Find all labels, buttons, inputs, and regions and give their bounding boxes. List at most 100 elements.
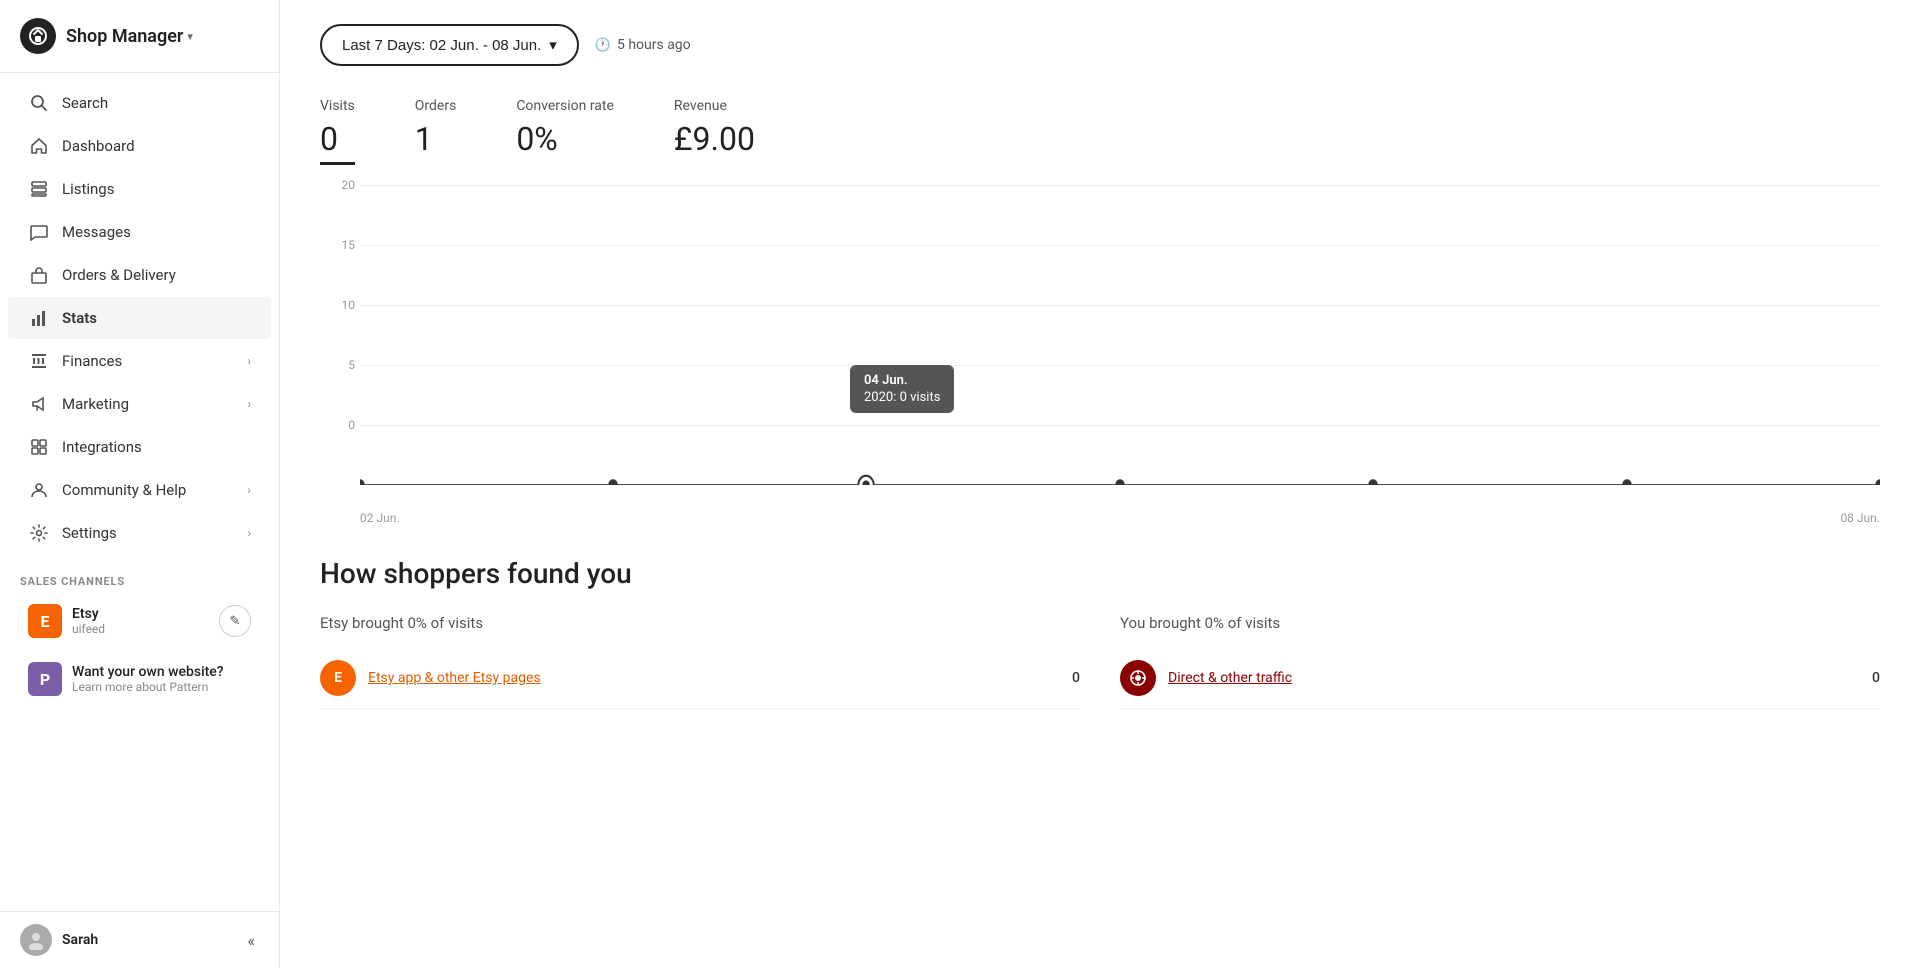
sidebar-label-dashboard: Dashboard (62, 137, 135, 155)
sidebar-label-search: Search (62, 94, 108, 112)
date-range-label: Last 7 Days: 02 Jun. - 08 Jun. (342, 37, 541, 54)
etsy-found-column: Etsy brought 0% of visits E Etsy app & o… (320, 614, 1080, 709)
sidebar-item-orders[interactable]: Orders & Delivery (8, 254, 271, 296)
direct-found-icon (1120, 660, 1156, 696)
sidebar-label-orders: Orders & Delivery (62, 266, 176, 284)
y-label-15: 15 (320, 238, 355, 252)
y-label-10: 10 (320, 298, 355, 312)
nav-list: Search Dashboard Listings (0, 73, 279, 563)
sidebar-label-messages: Messages (62, 223, 131, 241)
shop-icon (20, 18, 56, 54)
sidebar-label-settings: Settings (62, 524, 117, 542)
y-label-5: 5 (320, 358, 355, 372)
orders-label: Orders (415, 98, 457, 114)
settings-chevron-icon: › (247, 526, 251, 540)
etsy-info: Etsy uifeed (72, 606, 219, 636)
etsy-channel[interactable]: E Etsy uifeed ✎ (8, 594, 271, 648)
user-area[interactable]: Sarah (20, 924, 98, 956)
found-row-etsy: E Etsy app & other Etsy pages 0 (320, 648, 1080, 709)
x-label-02jun: 02 Jun. (360, 511, 400, 525)
stat-orders[interactable]: Orders 1 (415, 98, 457, 165)
sidebar-item-community[interactable]: Community & Help › (8, 469, 271, 511)
sidebar-item-messages[interactable]: Messages (8, 211, 271, 253)
sidebar-item-marketing[interactable]: Marketing › (8, 383, 271, 425)
visits-label: Visits (320, 98, 355, 114)
finances-chevron-icon: › (247, 354, 251, 368)
home-icon (28, 135, 50, 157)
message-icon (28, 221, 50, 243)
sidebar-label-marketing: Marketing (62, 395, 129, 413)
sidebar-label-listings: Listings (62, 180, 114, 198)
conversion-value: 0% (516, 120, 614, 158)
orders-value: 1 (415, 120, 457, 158)
shop-title: Shop Manager (66, 26, 183, 47)
conversion-label: Conversion rate (516, 98, 614, 114)
people-icon (28, 479, 50, 501)
how-found-title: How shoppers found you (320, 557, 1880, 590)
stat-revenue[interactable]: Revenue £9.00 (674, 98, 755, 165)
chart-svg (360, 185, 1880, 485)
pattern-badge: P (28, 662, 62, 696)
you-found-column: You brought 0% of visits Direct & other … (1120, 614, 1880, 709)
top-bar: Last 7 Days: 02 Jun. - 08 Jun. ▾ 🕐 5 hou… (320, 24, 1880, 66)
you-found-header: You brought 0% of visits (1120, 614, 1880, 632)
found-grid: Etsy brought 0% of visits E Etsy app & o… (320, 614, 1880, 709)
sidebar-item-search[interactable]: Search (8, 82, 271, 124)
visits-value: 0 (320, 120, 355, 165)
etsy-edit-button[interactable]: ✎ (219, 605, 251, 637)
date-chevron-icon: ▾ (549, 36, 557, 54)
sidebar-item-listings[interactable]: Listings (8, 168, 271, 210)
main-content: Last 7 Days: 02 Jun. - 08 Jun. ▾ 🕐 5 hou… (280, 0, 1920, 968)
search-icon (28, 92, 50, 114)
time-ago-label: 5 hours ago (617, 37, 691, 53)
y-label-0: 0 (320, 418, 355, 432)
sidebar-item-dashboard[interactable]: Dashboard (8, 125, 271, 167)
user-name: Sarah (62, 932, 98, 948)
etsy-sub: uifeed (72, 622, 219, 636)
revenue-value: £9.00 (674, 120, 755, 158)
pattern-channel[interactable]: P Want your own website? Learn more abou… (8, 652, 271, 706)
etsy-found-icon: E (320, 660, 356, 696)
user-avatar (20, 924, 52, 956)
stat-visits[interactable]: Visits 0 (320, 98, 355, 165)
box-icon (28, 264, 50, 286)
direct-found-count: 0 (1872, 670, 1880, 686)
etsy-found-label[interactable]: Etsy app & other Etsy pages (368, 670, 1060, 686)
gear-icon (28, 522, 50, 544)
etsy-badge: E (28, 604, 62, 638)
megaphone-icon (28, 393, 50, 415)
tag-icon (28, 178, 50, 200)
sidebar-footer: Sarah « (0, 911, 279, 968)
date-range-selector[interactable]: Last 7 Days: 02 Jun. - 08 Jun. ▾ (320, 24, 579, 66)
sidebar: Shop Manager ▾ Search Dashboard (0, 0, 280, 968)
sales-channels-label: SALES CHANNELS (0, 563, 279, 592)
sidebar-label-community: Community & Help (62, 481, 186, 499)
marketing-chevron-icon: › (247, 397, 251, 411)
chart-area: 20 15 10 5 0 (320, 185, 1880, 525)
collapse-sidebar-button[interactable]: « (243, 927, 259, 954)
chart-icon (28, 307, 50, 329)
etsy-found-count: 0 (1072, 670, 1080, 686)
found-row-direct: Direct & other traffic 0 (1120, 648, 1880, 709)
shop-manager-header[interactable]: Shop Manager ▾ (0, 0, 279, 73)
y-label-20: 20 (320, 178, 355, 192)
direct-found-label[interactable]: Direct & other traffic (1168, 670, 1860, 686)
bank-icon (28, 350, 50, 372)
sidebar-item-finances[interactable]: Finances › (8, 340, 271, 382)
stat-conversion[interactable]: Conversion rate 0% (516, 98, 614, 165)
revenue-label: Revenue (674, 98, 755, 114)
time-badge: 🕐 5 hours ago (595, 37, 691, 53)
pattern-name: Want your own website? (72, 664, 251, 680)
grid-icon (28, 436, 50, 458)
clock-icon: 🕐 (595, 38, 611, 53)
sidebar-item-integrations[interactable]: Integrations (8, 426, 271, 468)
community-chevron-icon: › (247, 483, 251, 497)
sidebar-item-stats[interactable]: Stats (8, 297, 271, 339)
sidebar-item-settings[interactable]: Settings › (8, 512, 271, 554)
x-labels: 02 Jun. 08 Jun. (360, 511, 1880, 525)
pattern-info: Want your own website? Learn more about … (72, 664, 251, 694)
pattern-sub: Learn more about Pattern (72, 680, 251, 694)
sidebar-label-integrations: Integrations (62, 438, 142, 456)
x-label-08jun: 08 Jun. (1840, 511, 1880, 525)
sidebar-label-stats: Stats (62, 309, 97, 327)
